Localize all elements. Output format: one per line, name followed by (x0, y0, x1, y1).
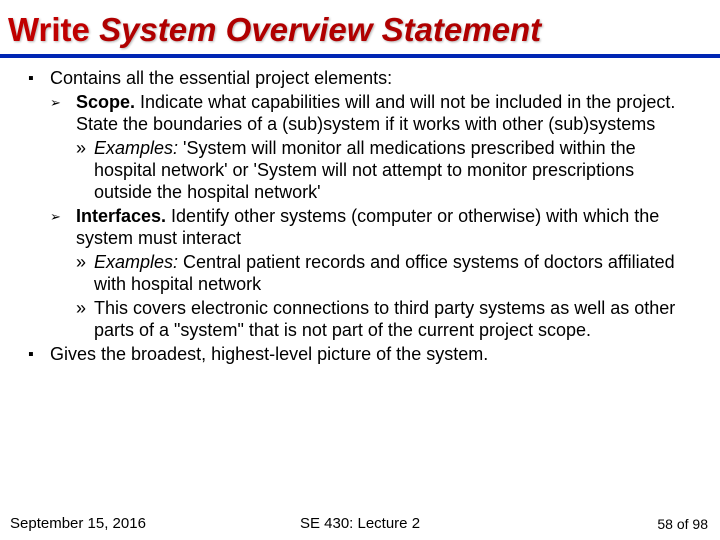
examples-label-2: Examples: (94, 252, 178, 272)
bullet-text: Gives the broadest, highest-level pictur… (50, 344, 488, 364)
bullet-text: Contains all the essential project eleme… (50, 68, 392, 88)
title-first-word: Write (8, 11, 90, 48)
footer-course: SE 430: Lecture 2 (0, 515, 720, 532)
title-rest: System Overview Statement (99, 11, 541, 48)
interfaces-label: Interfaces. (76, 206, 166, 226)
examples-label: Examples: (94, 138, 178, 158)
title-underline (0, 54, 720, 58)
scope-text: Indicate what capabilities will and will… (76, 92, 675, 134)
footer-page: 58 of 98 (657, 516, 708, 532)
interfaces-example-text: Central patient records and office syste… (94, 252, 675, 294)
interfaces-note-text: This covers electronic connections to th… (94, 298, 675, 340)
bullet-contains: Contains all the essential project eleme… (28, 68, 692, 90)
slide: Write System Overview Statement Contains… (0, 0, 720, 540)
bullet-scope-example: Examples: 'System will monitor all medic… (76, 138, 692, 204)
bullet-scope: Scope. Indicate what capabilities will a… (50, 92, 692, 136)
bullet-interfaces-example: Examples: Central patient records and of… (76, 252, 692, 296)
bullet-broadest: Gives the broadest, highest-level pictur… (28, 344, 692, 366)
content-area: Contains all the essential project eleme… (0, 68, 720, 365)
bullet-interfaces-note: This covers electronic connections to th… (76, 298, 692, 342)
bullet-interfaces: Interfaces. Identify other systems (comp… (50, 206, 692, 250)
scope-label: Scope. (76, 92, 135, 112)
slide-title: Write System Overview Statement (0, 0, 720, 54)
